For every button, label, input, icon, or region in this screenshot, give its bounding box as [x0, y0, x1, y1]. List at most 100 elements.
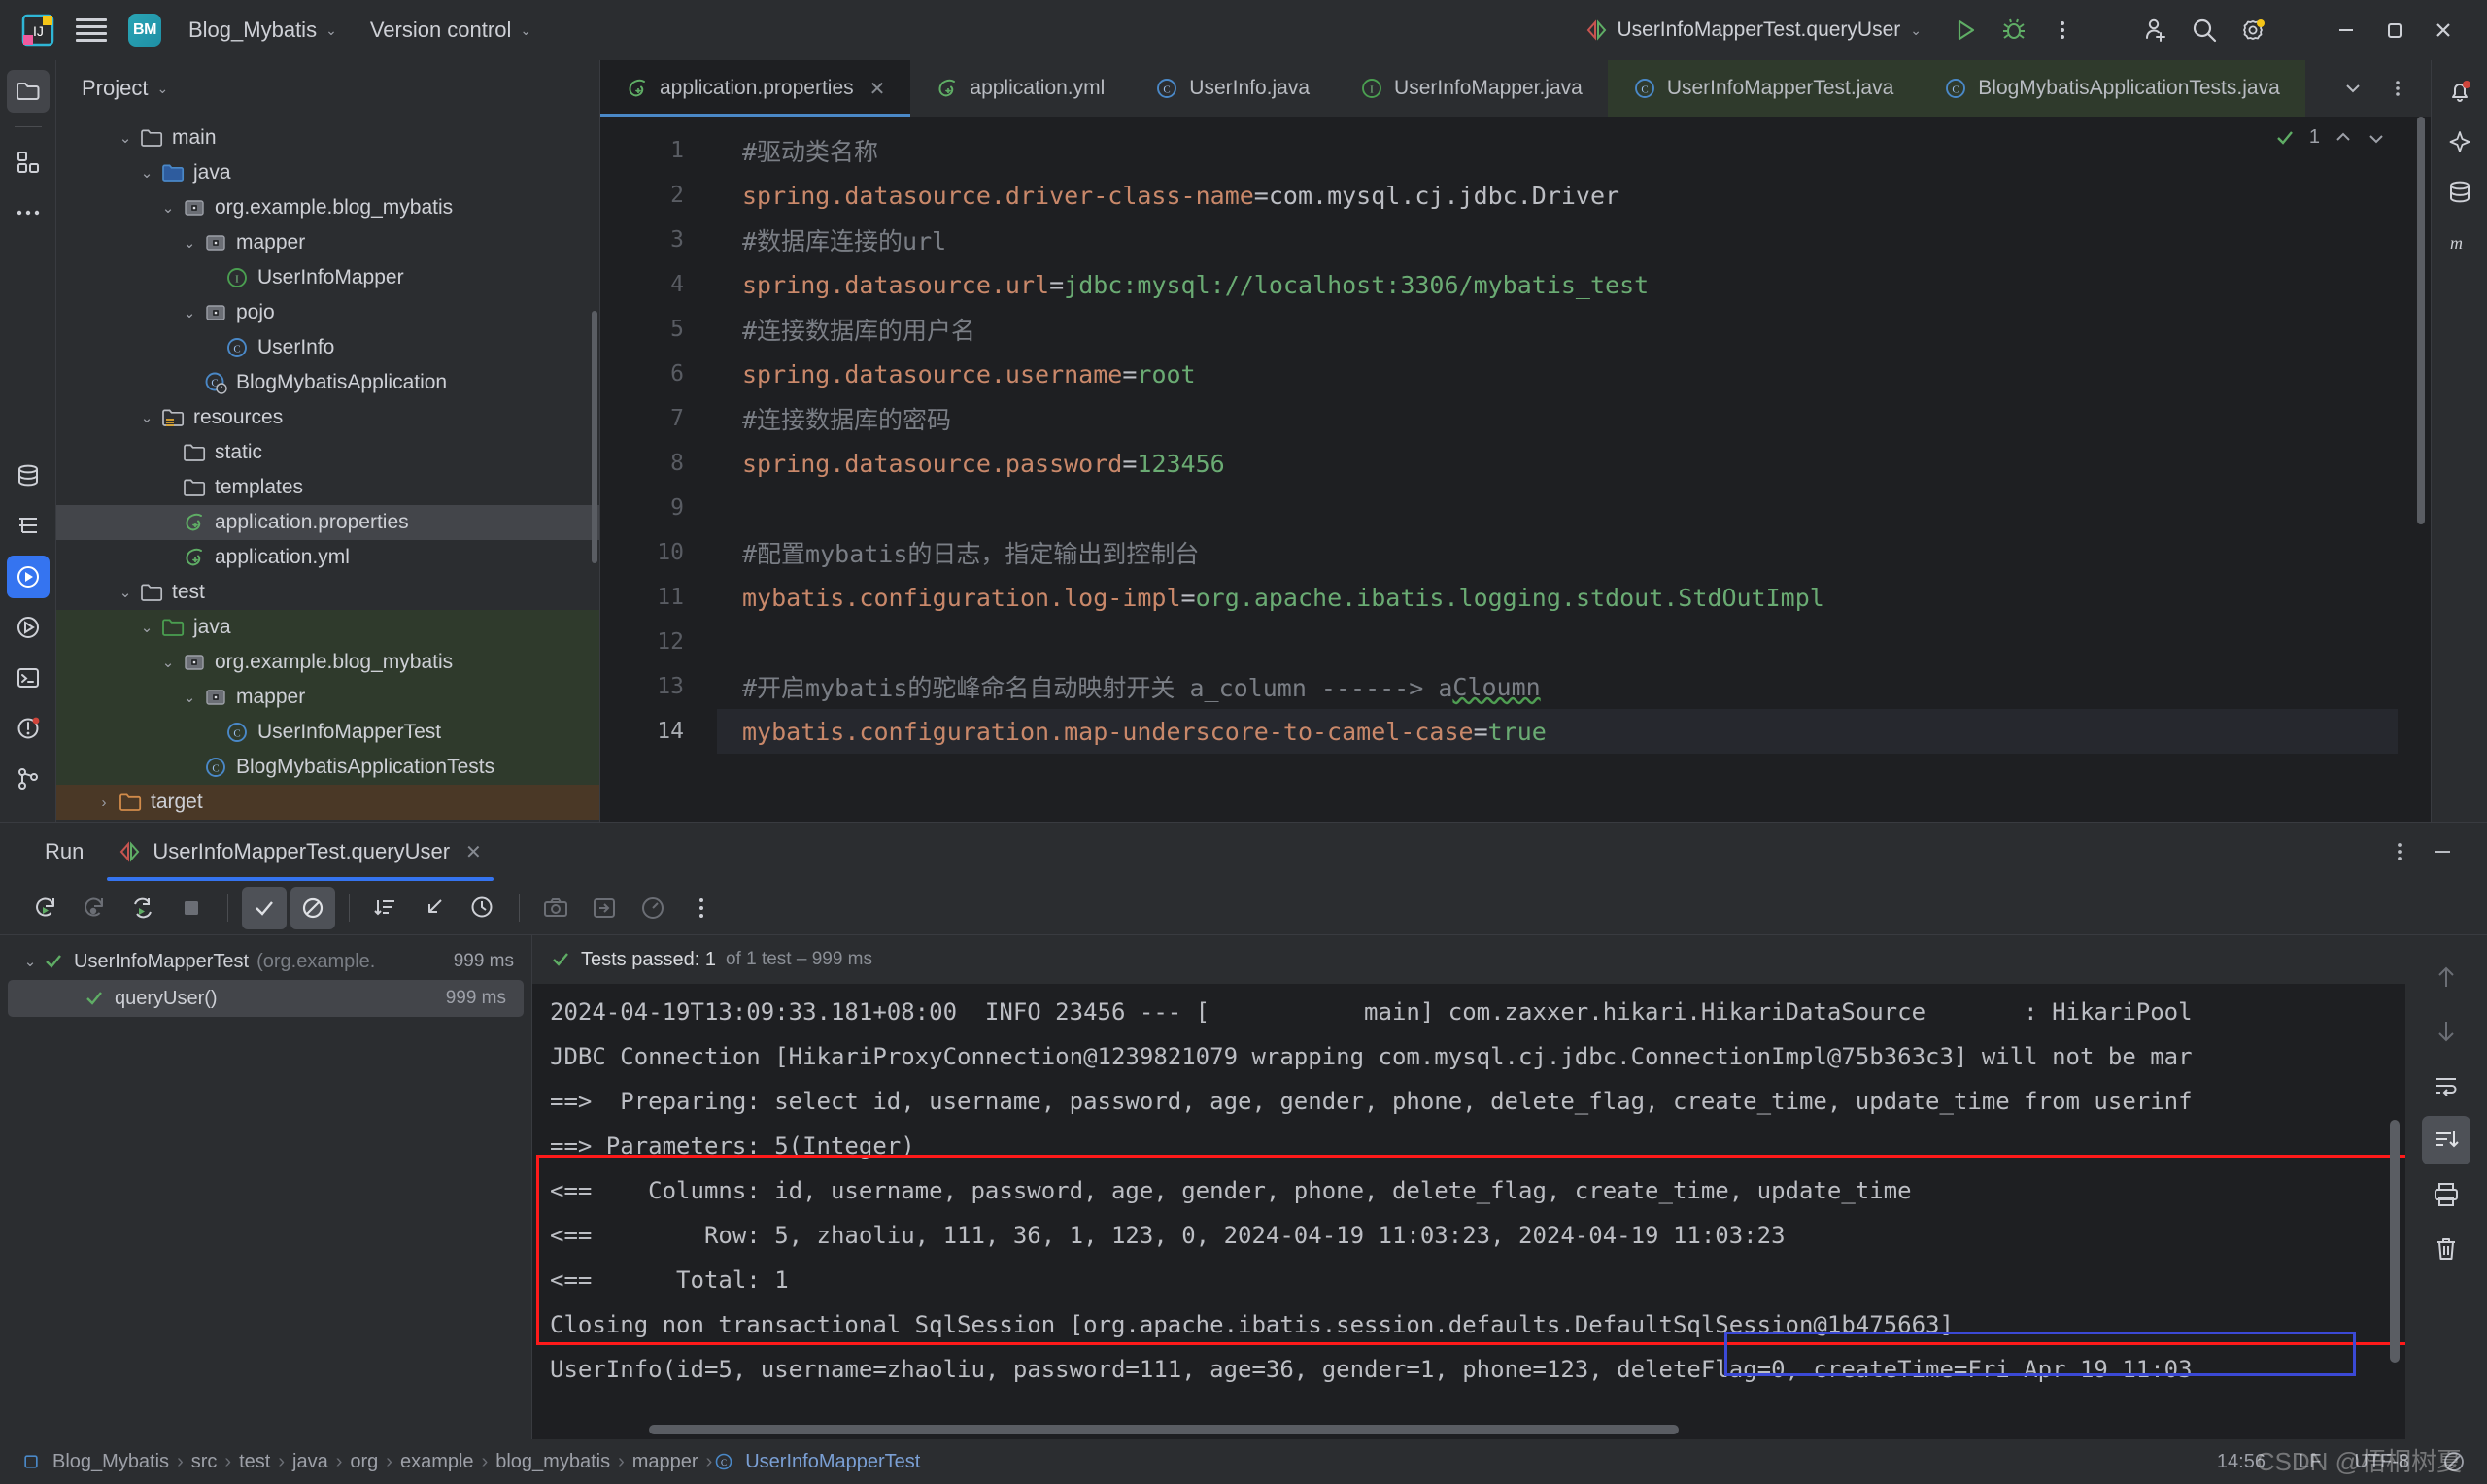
show-passed-button[interactable] — [242, 886, 287, 929]
tree-item-mapper[interactable]: ⌄ mapper — [56, 680, 599, 715]
more-actions-button[interactable] — [2038, 9, 2087, 51]
console-line[interactable]: Closing non transactional SqlSession [or… — [532, 1302, 2405, 1347]
sidebar-item-database[interactable] — [7, 455, 50, 497]
test-row-userinfomappertest[interactable]: ⌄ UserInfoMapperTest (org.example. 999 ms — [0, 943, 531, 980]
code-line[interactable] — [717, 486, 2431, 530]
console-line[interactable]: <== Row: 5, zhaoliu, 111, 36, 1, 123, 0,… — [532, 1213, 2405, 1258]
editor-options-icon[interactable] — [2378, 69, 2417, 108]
chevron-down-icon[interactable]: ⌄ — [177, 234, 202, 252]
tab-userinfomappertest-java[interactable]: C UserInfoMapperTest.java — [1607, 60, 1920, 117]
console-line[interactable]: <== Columns: id, username, password, age… — [532, 1168, 2405, 1213]
print-button[interactable] — [2422, 1170, 2470, 1219]
console-line[interactable]: 2024-04-19T13:09:33.181+08:00 INFO 23456… — [532, 990, 2405, 1034]
maven-icon[interactable]: m — [2438, 221, 2481, 264]
gutter-line-number[interactable]: 10 — [600, 530, 698, 575]
tree-item-userinfomappertest[interactable]: C UserInfoMapperTest — [56, 715, 599, 750]
inspection-widget[interactable]: 1 — [2274, 126, 2386, 149]
console-line[interactable]: ==> Parameters: 5(Integer) — [532, 1124, 2405, 1168]
sidebar-item-structure[interactable] — [7, 141, 50, 184]
chevron-down-icon[interactable]: ⌄ — [134, 409, 159, 426]
test-row-queryuser-[interactable]: queryUser() 999 ms — [8, 980, 524, 1017]
breadcrumb-item[interactable]: test — [233, 1451, 276, 1473]
more-options-button[interactable] — [679, 887, 724, 929]
project-selector[interactable]: Blog_Mybatis ⌄ — [183, 14, 343, 47]
sidebar-item-services[interactable] — [7, 606, 50, 649]
sidebar-item-run[interactable] — [6, 556, 50, 598]
tab-application-properties[interactable]: application.properties ✕ — [600, 60, 911, 117]
gutter-line-number[interactable]: 1 — [600, 128, 698, 173]
tree-item-blogmybatisapplication[interactable]: C BlogMybatisApplication — [56, 365, 599, 400]
history-button[interactable] — [460, 887, 505, 929]
breadcrumb-item[interactable]: src — [186, 1451, 223, 1473]
tree-item-blogmybatisapplicationtests[interactable]: C BlogMybatisApplicationTests — [56, 750, 599, 785]
gutter-line-number[interactable]: 4 — [600, 262, 698, 307]
gutter-line-number[interactable]: 14 — [600, 709, 698, 754]
sidebar-item-more[interactable] — [7, 191, 50, 234]
chevron-down-icon[interactable]: ⌄ — [17, 953, 43, 970]
tab-blogmybatisapplicationtests-java[interactable]: C BlogMybatisApplicationTests.java — [1919, 60, 2305, 117]
code-line[interactable]: spring.datasource.password = 123456 — [717, 441, 2431, 486]
tree-item-userinfomapper[interactable]: I UserInfoMapper — [56, 260, 599, 295]
show-ignored-button[interactable] — [290, 886, 335, 929]
chevron-down-icon[interactable]: ⌄ — [134, 164, 159, 182]
run-panel-options-icon[interactable] — [2380, 832, 2419, 871]
close-icon[interactable]: ✕ — [465, 840, 482, 864]
close-icon[interactable]: ✕ — [869, 77, 886, 101]
soft-wrap-button[interactable] — [2422, 1062, 2470, 1110]
code-line[interactable]: #连接数据库的密码 — [717, 396, 2431, 441]
project-panel-header[interactable]: Project ⌄ — [56, 60, 599, 117]
tab-userinfo-java[interactable]: C UserInfo.java — [1130, 60, 1335, 117]
tree-item-application-properties[interactable]: application.properties — [56, 505, 599, 540]
gutter-line-number[interactable]: 3 — [600, 218, 698, 262]
tree-item-org-example-blog-mybatis[interactable]: ⌄ org.example.blog_mybatis — [56, 190, 599, 225]
code-line[interactable]: #驱动类名称 — [717, 128, 2431, 173]
sidebar-item-structure-tool[interactable] — [7, 505, 50, 548]
editor-code-area[interactable]: #驱动类名称 spring.datasource.driver-class-nam… — [717, 117, 2431, 822]
gutter-line-number[interactable]: 5 — [600, 307, 698, 352]
console-vscrollbar-thumb[interactable] — [2390, 1120, 2400, 1363]
breadcrumb-item[interactable]: java — [287, 1451, 334, 1473]
gutter-line-number[interactable]: 7 — [600, 396, 698, 441]
code-line[interactable]: #配置mybatis的日志，指定输出到控制台 — [717, 530, 2431, 575]
code-line[interactable]: spring.datasource.driver-class-name = com.… — [717, 173, 2431, 218]
breadcrumb-item[interactable]: example — [394, 1451, 480, 1473]
chevron-down-icon[interactable]: ⌄ — [134, 619, 159, 636]
code-line[interactable]: mybatis.configuration.map-underscore-to-… — [717, 709, 2431, 754]
code-line[interactable]: mybatis.configuration.log-impl = org.apach… — [717, 575, 2431, 620]
rerun-failed-button[interactable] — [72, 887, 117, 929]
tree-item-userinfo[interactable]: C UserInfo — [56, 330, 599, 365]
editor-scrollbar-thumb[interactable] — [2417, 117, 2425, 524]
chevron-down-icon[interactable]: ⌄ — [155, 199, 181, 217]
chevron-down-icon[interactable]: ⌄ — [155, 654, 181, 671]
breadcrumb-item[interactable]: Blog_Mybatis — [21, 1451, 175, 1473]
maximize-window-button[interactable] — [2370, 9, 2419, 51]
console-line[interactable]: ==> Preparing: select id, username, pass… — [532, 1079, 2405, 1124]
breadcrumb-item[interactable]: blog_mybatis — [490, 1451, 616, 1473]
export-image-button[interactable] — [533, 887, 578, 929]
close-window-button[interactable] — [2419, 9, 2468, 51]
clear-all-button[interactable] — [2422, 1225, 2470, 1273]
scroll-up-button[interactable] — [2422, 953, 2470, 1001]
editor-body[interactable]: 1 2 3 4 5 6 7 8 9 10 11 12 13 14 #驱动类名称 spring.datasou… — [600, 117, 2431, 822]
gutter-line-number[interactable]: 11 — [600, 575, 698, 620]
editor-scrollbar-track[interactable] — [2398, 117, 2431, 822]
gutter-line-number[interactable]: 2 — [600, 173, 698, 218]
stop-button[interactable] — [169, 887, 214, 929]
tree-item-application-yml[interactable]: application.yml — [56, 540, 599, 575]
version-control-selector[interactable]: Version control ⌄ — [364, 14, 537, 47]
search-icon[interactable] — [2180, 9, 2229, 51]
hide-run-panel-icon[interactable] — [2423, 832, 2462, 871]
chevron-right-icon[interactable]: › — [91, 794, 117, 811]
prev-problem-icon[interactable] — [2334, 128, 2353, 148]
editor-gutter[interactable]: 1 2 3 4 5 6 7 8 9 10 11 12 13 14 — [600, 117, 698, 822]
breadcrumb-item[interactable]: C UserInfoMapperTest — [714, 1451, 926, 1473]
profile-button[interactable] — [630, 887, 675, 929]
tree-item-resources[interactable]: ⌄ resources — [56, 400, 599, 435]
sidebar-item-git[interactable] — [7, 758, 50, 800]
chevron-down-icon[interactable]: ⌄ — [177, 689, 202, 706]
test-results-tree[interactable]: ⌄ UserInfoMapperTest (org.example. 999 ms qu… — [0, 935, 532, 1439]
project-tree-scrollbar[interactable] — [592, 311, 597, 563]
sidebar-item-problems[interactable] — [7, 707, 50, 750]
console-hscrollbar-thumb[interactable] — [649, 1425, 1679, 1434]
gutter-line-number[interactable]: 12 — [600, 620, 698, 664]
